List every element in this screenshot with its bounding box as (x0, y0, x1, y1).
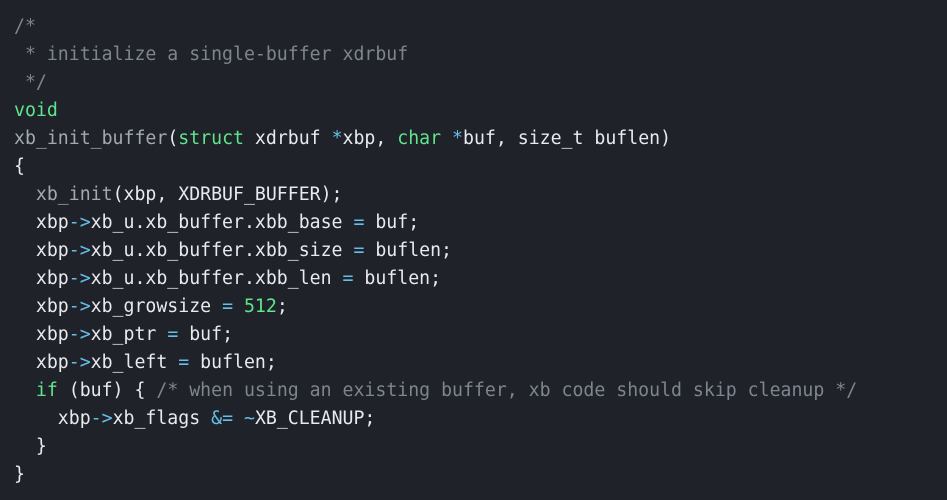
code-keyword: struct (178, 128, 244, 149)
code-line: xbp->xb_u.xb_buffer.xbb_len = buflen; (14, 265, 947, 293)
code-text: xbp (14, 296, 69, 317)
code-operator: -> (68, 324, 91, 345)
code-operator: = (353, 240, 365, 261)
code-keyword: void (14, 100, 58, 121)
code-operator: -> (90, 408, 113, 429)
code-function: xb_init (35, 184, 113, 205)
code-operator: = (353, 212, 365, 233)
code-operator: -> (68, 296, 91, 317)
code-comment: * initialize a single-buffer xdrbuf (14, 44, 409, 65)
code-text: { (14, 156, 25, 177)
code-line: */ (14, 69, 947, 97)
code-text: ; (276, 296, 288, 317)
code-text: buf; (364, 212, 420, 233)
code-number: 512 (243, 296, 277, 317)
code-text: xbp (14, 352, 69, 373)
code-comment: */ (14, 72, 47, 93)
code-text: xbp (14, 268, 69, 289)
code-operator: -> (68, 268, 91, 289)
code-keyword: if (35, 380, 58, 401)
code-line: xbp->xb_ptr = buf; (14, 321, 947, 349)
code-line: xb_init_buffer(struct xdrbuf *xbp, char … (14, 125, 947, 153)
code-operator: * (452, 128, 463, 149)
code-comment: /* when using an existing buffer, xb cod… (156, 380, 858, 401)
code-text: (buf) { (57, 380, 157, 401)
code-line: xbp->xb_growsize = 512; (14, 293, 947, 321)
code-text: buf; (178, 324, 234, 345)
code-text: xb_flags (112, 408, 212, 429)
code-text: } (14, 464, 25, 485)
code-text: ( (167, 128, 179, 149)
code-operator: -> (68, 352, 91, 373)
code-line: xbp->xb_flags &= ~XB_CLEANUP; (14, 405, 947, 433)
code-text: xb_u.xb_buffer.xbb_base (90, 212, 354, 233)
code-text: xbp, (342, 128, 398, 149)
code-text: buflen; (189, 352, 277, 373)
code-comment: /* (14, 16, 36, 37)
code-line: /* (14, 13, 947, 41)
code-text: xbp (14, 408, 91, 429)
code-text: xbp (14, 240, 69, 261)
code-line: } (14, 461, 947, 489)
code-operator: = (342, 268, 354, 289)
code-line: void (14, 97, 947, 125)
code-line: xbp->xb_u.xb_buffer.xbb_size = buflen; (14, 237, 947, 265)
code-operator: * (331, 128, 343, 149)
code-line: xb_init(xbp, XDRBUF_BUFFER); (14, 181, 947, 209)
code-line: if (buf) { /* when using an existing buf… (14, 377, 947, 405)
code-text: XB_CLEANUP; (254, 408, 376, 429)
code-text: buf, size_t buflen) (463, 128, 672, 149)
code-operator: = (178, 352, 190, 373)
code-text: xbp (14, 324, 69, 345)
code-line: xbp->xb_left = buflen; (14, 349, 947, 377)
code-text: } (14, 436, 47, 457)
code-line: xbp->xb_u.xb_buffer.xbb_base = buf; (14, 209, 947, 237)
code-operator: = (167, 324, 179, 345)
code-text: (xbp, XDRBUF_BUFFER); (112, 184, 343, 205)
code-text: xb_left (90, 352, 179, 373)
code-text: xb_ptr (90, 324, 168, 345)
code-block: /* * initialize a single-buffer xdrbuf *… (0, 0, 947, 500)
code-text: xdrbuf (243, 128, 332, 149)
code-text: xb_u.xb_buffer.xbb_size (90, 240, 354, 261)
code-keyword: char (397, 128, 442, 149)
code-function: xb_init_buffer (14, 128, 168, 149)
code-text: xbp (14, 212, 69, 233)
code-line: { (14, 153, 947, 181)
code-line: } (14, 433, 947, 461)
code-text: buflen; (364, 240, 453, 261)
code-operator: = (222, 296, 234, 317)
code-operator: &= (211, 408, 234, 429)
code-text: xb_u.xb_buffer.xbb_len (90, 268, 343, 289)
code-line: * initialize a single-buffer xdrbuf (14, 41, 947, 69)
code-text: xb_growsize (90, 296, 223, 317)
code-operator: ~ (243, 408, 255, 429)
code-operator: -> (68, 240, 91, 261)
code-text: buflen; (353, 268, 442, 289)
code-operator: -> (68, 212, 91, 233)
